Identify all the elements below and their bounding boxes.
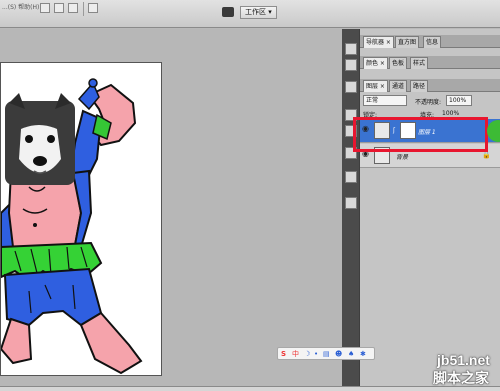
- dock-tool-7-icon[interactable]: [345, 171, 357, 183]
- tab-histogram[interactable]: 直方图: [395, 36, 420, 48]
- toolbar-divider: [83, 2, 84, 16]
- status-bar: [0, 386, 500, 391]
- right-panels: 导航器 × 直方图 信息 颜色 × 色板 样式 图层 × 通道 路径 正常 不透…: [359, 29, 500, 386]
- ime-logo[interactable]: S: [281, 349, 286, 359]
- tab-paths[interactable]: 路径: [410, 80, 429, 92]
- ime-language[interactable]: 中: [292, 349, 299, 359]
- workspace-dropdown[interactable]: 工作区 ▾: [240, 6, 277, 19]
- toolbar-button-1[interactable]: [40, 3, 50, 13]
- dock-tool-3-icon[interactable]: [345, 81, 357, 93]
- highlight-box: [353, 117, 488, 152]
- dock-tool-1-icon[interactable]: [345, 43, 357, 55]
- tab-styles[interactable]: 样式: [410, 57, 429, 69]
- panel-group-navigator: 导航器 × 直方图 信息: [360, 35, 500, 48]
- tab-layers[interactable]: 图层 ×: [363, 80, 388, 92]
- lock-icon: 🔒: [482, 151, 491, 159]
- watermark-url: jb51.net: [437, 352, 490, 368]
- top-toolbar: ...(S) 帮助(H) 工作区 ▾: [0, 0, 500, 28]
- cartoon-artwork: [1, 63, 161, 375]
- toolbar-button-2[interactable]: [54, 3, 64, 13]
- tab-swatches[interactable]: 色板: [389, 57, 408, 69]
- panel-group-color: 颜色 × 色板 样式: [360, 56, 500, 69]
- shirt-icon[interactable]: ♠: [348, 349, 354, 359]
- watermark-name: 脚本之家: [433, 370, 489, 386]
- tab-navigator[interactable]: 导航器 ×: [363, 36, 394, 48]
- toolbar-button-3[interactable]: [68, 3, 78, 13]
- keyboard-icon[interactable]: ▤: [323, 349, 330, 359]
- menu-bar-fragment[interactable]: ...(S) 帮助(H): [2, 2, 39, 11]
- tools-icon[interactable]: ✱: [360, 349, 366, 359]
- tab-info[interactable]: 信息: [423, 36, 442, 48]
- tab-color[interactable]: 颜色 ×: [363, 57, 388, 69]
- toolbar-button-4[interactable]: [88, 3, 98, 13]
- panel-dock-strip: [342, 29, 359, 386]
- dock-tool-2-icon[interactable]: [345, 59, 357, 71]
- punctuation-icon[interactable]: •: [314, 349, 318, 359]
- tab-channels[interactable]: 通道: [389, 80, 408, 92]
- image-canvas[interactable]: [0, 62, 162, 376]
- dock-tool-8-icon[interactable]: [345, 197, 357, 209]
- moon-icon[interactable]: ☽: [304, 349, 310, 359]
- document-workarea[interactable]: [0, 29, 342, 386]
- blend-mode-select[interactable]: 正常: [363, 95, 407, 106]
- ime-toolbar[interactable]: S 中 ☽ • ▤ ☻ ♠ ✱: [277, 347, 375, 360]
- panel-group-layers: 图层 × 通道 路径: [360, 79, 500, 92]
- layer-name[interactable]: 背景: [396, 152, 408, 161]
- user-icon[interactable]: ☻: [335, 349, 342, 359]
- fill-value[interactable]: 100%: [442, 110, 459, 117]
- opacity-label: 不透明度:: [415, 99, 442, 106]
- opacity-field[interactable]: 100%: [446, 95, 472, 106]
- camera-icon[interactable]: [222, 7, 234, 17]
